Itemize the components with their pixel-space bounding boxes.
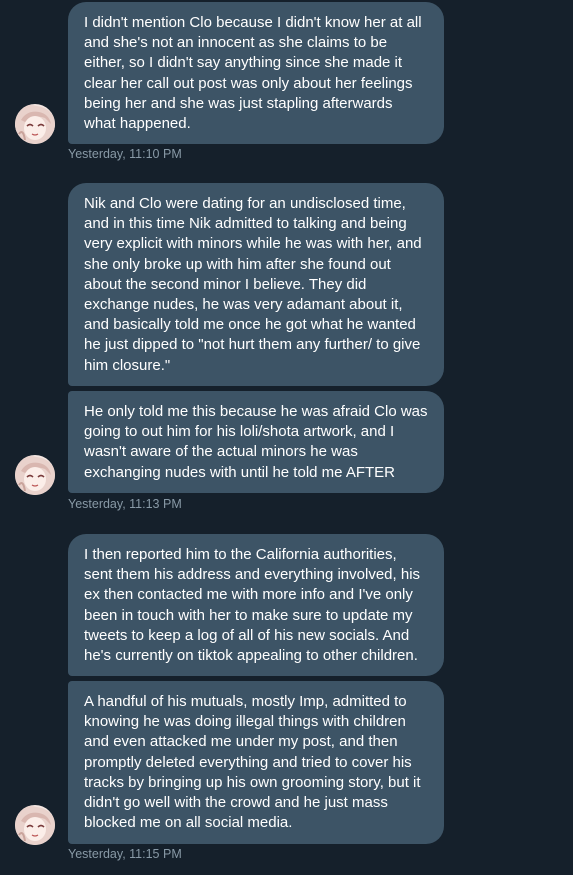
message-timestamp: Yesterday, 11:10 PM	[68, 147, 182, 161]
message-timestamp: Yesterday, 11:15 PM	[68, 847, 182, 861]
avatar[interactable]	[15, 805, 55, 845]
anime-girl-avatar-icon	[15, 104, 55, 144]
avatar[interactable]	[15, 455, 55, 495]
message-timestamp: Yesterday, 11:13 PM	[68, 497, 182, 511]
message-bubble[interactable]: He only told me this because he was afra…	[68, 391, 444, 493]
message-bubble[interactable]: Nik and Clo were dating for an undisclos…	[68, 183, 444, 386]
anime-girl-avatar-icon	[15, 455, 55, 495]
message-bubble[interactable]: I didn't mention Clo because I didn't kn…	[68, 2, 444, 144]
anime-girl-avatar-icon	[15, 805, 55, 845]
avatar[interactable]	[15, 104, 55, 144]
message-bubble[interactable]: I then reported him to the California au…	[68, 534, 444, 676]
message-bubble[interactable]: A handful of his mutuals, mostly Imp, ad…	[68, 681, 444, 844]
